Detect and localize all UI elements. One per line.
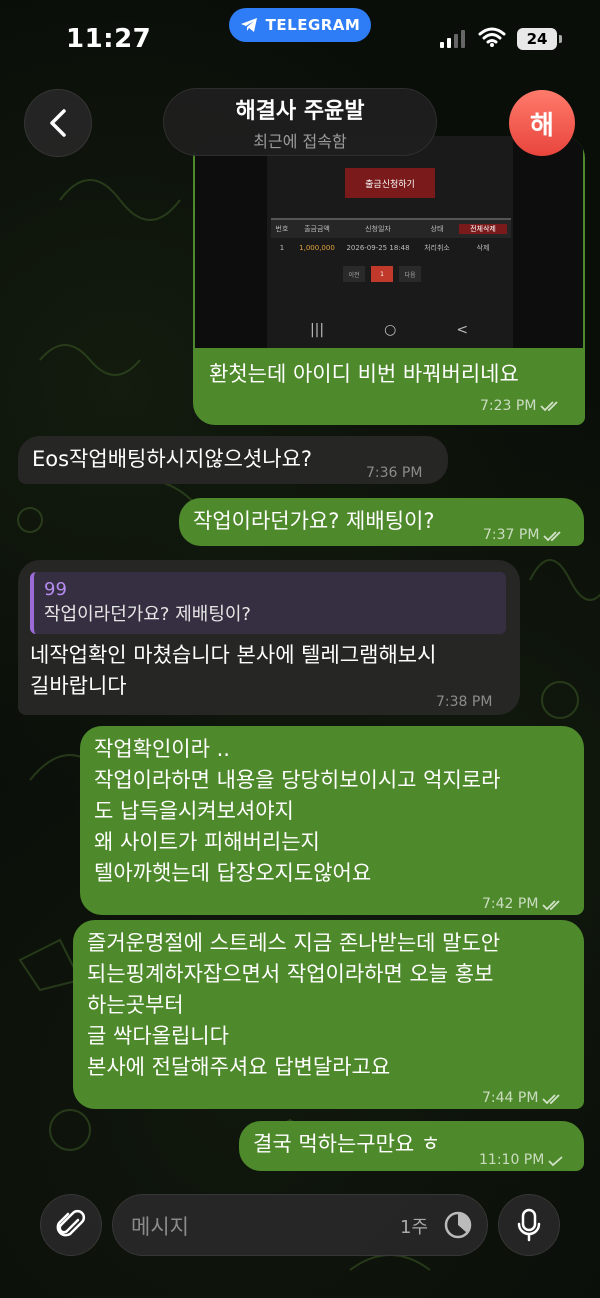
screenshot-nav-home: ○ — [384, 322, 397, 338]
screenshot-nav-back: < — [456, 322, 469, 338]
screenshot-cell: 1 — [279, 244, 285, 252]
double-check-icon — [542, 899, 561, 910]
screenshot-android-nav: ||| ○ < — [195, 322, 583, 338]
message-meta: 7:36 PM — [366, 458, 422, 489]
message-meta: 11:10 PM — [479, 1145, 564, 1176]
screenshot-col: 번호 — [275, 225, 289, 233]
screenshot-cell: 삭제 — [476, 244, 490, 252]
signal-icon — [440, 30, 465, 48]
back-button[interactable] — [24, 89, 92, 157]
screenshot-col: 전체삭제 — [459, 224, 507, 234]
message-text: 즐거운명절에 스트레스 지금 존나받는데 말도안 되는핑계하자잡으면서 작업이라… — [87, 931, 501, 1079]
screenshot-withdraw-button: 출금신청하기 — [345, 168, 435, 198]
status-bar: 11:27 TELEGRAM 24 — [0, 0, 600, 80]
telegram-plane-icon — [240, 18, 257, 32]
screenshot-pager: 이전 1 다음 — [343, 266, 421, 282]
reply-author: 99 — [44, 579, 67, 600]
screenshot-pager-page: 1 — [371, 266, 393, 282]
avatar[interactable]: 해 — [509, 90, 575, 156]
message-bubble-outgoing[interactable]: 결국 먹하는구만요 ㅎ 11:10 PM — [239, 1121, 584, 1171]
chat-last-seen: 최근에 접속함 — [253, 131, 347, 151]
single-check-icon — [548, 1155, 563, 1166]
message-time: 7:38 PM — [436, 694, 493, 710]
attach-button[interactable] — [40, 1194, 102, 1256]
battery-indicator: 24 — [517, 28, 562, 50]
message-meta: 7:42 PM — [482, 889, 564, 920]
reply-quote[interactable]: 99 작업이라던가요? 제배팅이? — [30, 572, 506, 634]
auto-delete-label[interactable]: 1주 — [400, 1213, 428, 1239]
double-check-icon — [542, 1093, 561, 1104]
message-meta: 7:38 PM — [436, 687, 492, 718]
message-time: 11:10 PM — [479, 1152, 545, 1168]
screenshot-image[interactable]: 출금신청하기 번호 출금금액 신청일자 상태 전체삭제 1 1,000,000 … — [195, 136, 583, 348]
screenshot-cell: 처리취소 — [424, 244, 450, 252]
message-time: 7:44 PM — [482, 1090, 539, 1106]
microphone-icon — [517, 1208, 541, 1242]
back-chevron-icon — [50, 109, 66, 137]
message-text: 작업확인이라 .. 작업이라하면 내용을 당당히보이시고 억지로라 도 납득을시… — [94, 737, 501, 885]
wifi-icon — [478, 27, 506, 47]
screenshot-cell: 1,000,000 — [299, 244, 335, 252]
message-time: 7:42 PM — [482, 896, 539, 912]
screenshot-table-row: 1 1,000,000 2026-09-25 18:48 처리취소 삭제 — [271, 238, 511, 258]
screenshot-table-header: 번호 출금금액 신청일자 상태 전체삭제 — [271, 218, 511, 238]
message-input[interactable]: 메시지 1주 — [112, 1194, 488, 1256]
reply-text: 작업이라던가요? 제배팅이? — [44, 604, 251, 625]
voice-record-button[interactable] — [498, 1194, 560, 1256]
timer-icon[interactable] — [443, 1210, 473, 1240]
screenshot-pager-next: 다음 — [399, 266, 421, 282]
double-check-icon — [540, 401, 559, 412]
telegram-pill[interactable]: TELEGRAM — [229, 8, 371, 42]
telegram-pill-label: TELEGRAM — [265, 16, 361, 34]
paperclip-icon — [56, 1209, 86, 1237]
screenshot-table: 번호 출금금액 신청일자 상태 전체삭제 1 1,000,000 2026-09… — [271, 218, 511, 258]
screenshot-page: 출금신청하기 번호 출금금액 신청일자 상태 전체삭제 1 1,000,000 … — [267, 136, 513, 348]
screenshot-pager-prev: 이전 — [343, 266, 365, 282]
message-bubble-outgoing[interactable]: 작업확인이라 .. 작업이라하면 내용을 당당히보이시고 억지로라 도 납득을시… — [80, 726, 584, 915]
message-bubble-outgoing[interactable]: 작업이라던가요? 제배팅이? 7:37 PM — [179, 498, 584, 546]
screenshot-col: 신청일자 — [365, 225, 391, 233]
double-check-icon — [543, 530, 562, 541]
message-meta: 7:23 PM — [480, 398, 562, 414]
chat-title: 해결사 주윤발 — [235, 98, 365, 124]
screenshot-cell: 2026-09-25 18:48 — [346, 244, 410, 252]
message-input-placeholder: 메시지 — [131, 1215, 189, 1239]
media-message-bubble[interactable]: 출금신청하기 번호 출금금액 신청일자 상태 전체삭제 1 1,000,000 … — [193, 136, 585, 425]
message-time: 7:37 PM — [483, 527, 540, 543]
message-time: 7:36 PM — [366, 465, 423, 481]
screenshot-col: 출금금액 — [304, 225, 330, 233]
message-text: Eos작업배팅하시지않으셧나요? — [32, 447, 313, 471]
message-text: 결국 먹하는구만요 ㅎ — [253, 1132, 441, 1156]
status-time: 11:27 — [66, 24, 152, 54]
chat-title-pill[interactable]: 해결사 주윤발 최근에 접속함 — [163, 88, 437, 156]
message-meta: 7:37 PM — [483, 520, 565, 551]
message-bubble-incoming[interactable]: 99 작업이라던가요? 제배팅이? 네작업확인 마쳤습니다 본사에 텔레그램해보… — [18, 560, 520, 715]
message-text: 환첫는데 아이디 비번 바꿔버리네요 — [209, 362, 519, 386]
message-bubble-incoming[interactable]: Eos작업배팅하시지않으셧나요? 7:36 PM — [18, 436, 448, 484]
message-time: 7:23 PM — [480, 398, 537, 414]
message-text: 작업이라던가요? 제배팅이? — [193, 509, 435, 533]
screenshot-nav-recents: ||| — [309, 322, 325, 338]
screenshot-col: 상태 — [430, 225, 444, 233]
message-bubble-outgoing[interactable]: 즐거운명절에 스트레스 지금 존나받는데 말도안 되는핑계하자잡으면서 작업이라… — [73, 920, 584, 1109]
message-text: 네작업확인 마쳤습니다 본사에 텔레그램해보시 길바랍니다 — [30, 643, 437, 698]
message-meta: 7:44 PM — [482, 1083, 564, 1114]
